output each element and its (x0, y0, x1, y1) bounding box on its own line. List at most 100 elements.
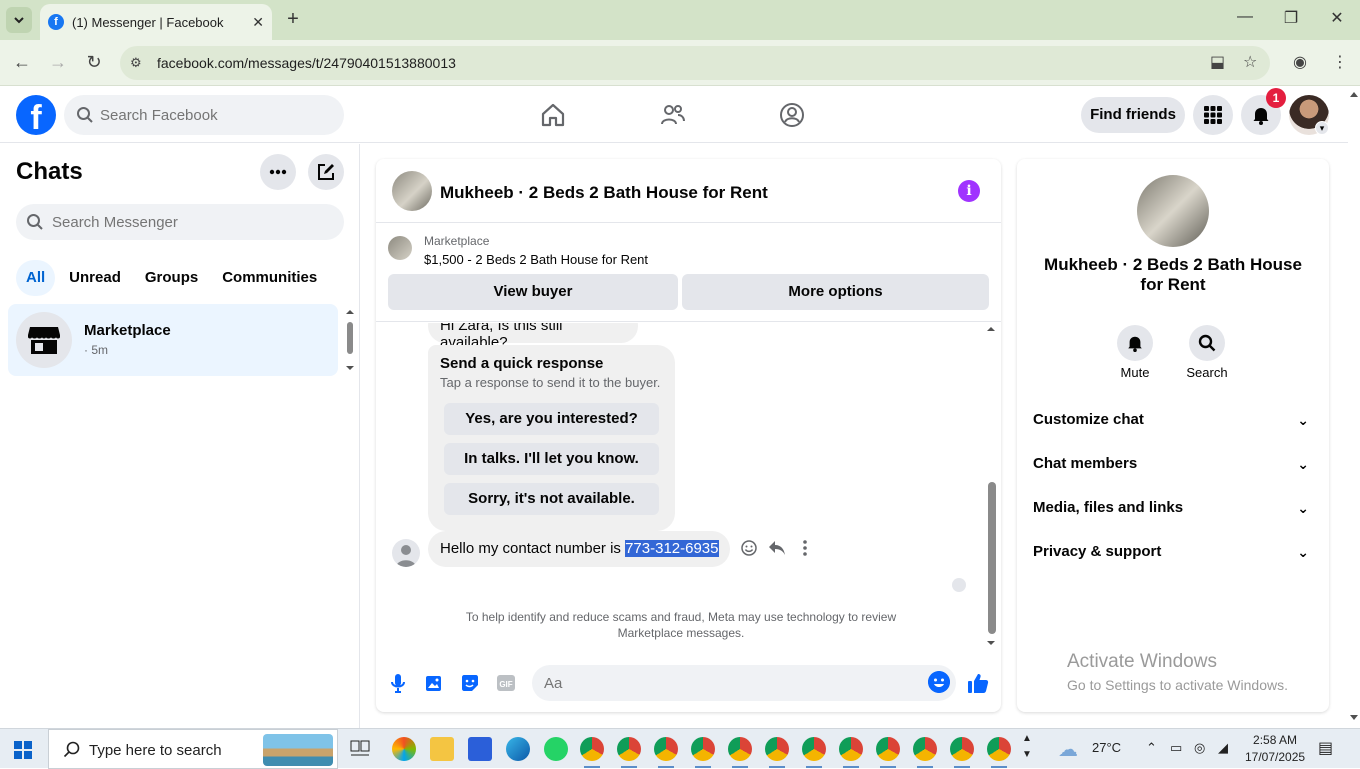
edge-browser-icon[interactable] (506, 737, 530, 761)
page-scrollbar[interactable] (1348, 87, 1360, 728)
conversation-avatar[interactable] (392, 171, 432, 211)
weather-temperature[interactable]: 27°C (1092, 740, 1121, 755)
browser-menu-icon[interactable]: ⋮ (1332, 52, 1348, 72)
notification-badge: 1 (1266, 88, 1286, 108)
groups-icon[interactable] (778, 101, 806, 129)
facebook-search-input[interactable] (100, 95, 330, 135)
copilot-app-icon[interactable] (392, 737, 416, 761)
mute-action[interactable]: Mute (1105, 325, 1165, 380)
forward-button[interactable]: → (46, 52, 70, 73)
chats-panel: Chats All Unread Groups Communities Mark… (0, 144, 360, 728)
message-input-wrapper[interactable] (532, 665, 956, 701)
microphone-icon[interactable] (386, 671, 410, 695)
view-buyer-button[interactable]: View buyer (388, 274, 678, 310)
react-emoji-icon[interactable] (740, 539, 758, 557)
search-action[interactable]: Search (1177, 325, 1237, 380)
new-message-button[interactable] (308, 154, 344, 190)
info-icon[interactable]: i (958, 180, 980, 202)
wifi-icon[interactable]: ◢ (1218, 740, 1228, 756)
minimize-button[interactable]: — (1230, 8, 1260, 26)
svg-text:GIF: GIF (499, 680, 512, 689)
facebook-search[interactable] (64, 95, 344, 135)
camera-icon[interactable]: ◎ (1194, 740, 1205, 756)
section-media-files-links[interactable]: Media, files and links ⌄ (1033, 490, 1313, 526)
reload-button[interactable]: ↻ (82, 52, 106, 73)
chats-options-button[interactable] (260, 154, 296, 190)
close-window-button[interactable]: ✕ (1322, 8, 1352, 28)
home-icon[interactable] (539, 101, 567, 129)
chrome-profile-5-icon[interactable] (728, 737, 752, 761)
details-avatar[interactable] (1137, 175, 1209, 247)
back-button[interactable]: ← (10, 52, 34, 73)
whatsapp-icon[interactable] (544, 737, 568, 761)
reply-icon[interactable] (768, 539, 786, 557)
gif-icon[interactable]: GIF (494, 671, 518, 695)
bookmark-star-icon[interactable]: ☆ (1243, 52, 1257, 72)
chat-item-marketplace[interactable]: Marketplace · 5m (8, 304, 338, 376)
taskbar-search[interactable]: Type here to search (48, 729, 338, 769)
messenger-search-input[interactable] (52, 204, 332, 240)
chrome-profile-11-icon[interactable] (950, 737, 974, 761)
filter-communities[interactable]: Communities (212, 260, 327, 296)
emoji-icon[interactable] (928, 671, 950, 693)
battery-icon[interactable]: ▭ (1170, 740, 1182, 756)
sticker-icon[interactable] (458, 671, 482, 695)
filter-unread[interactable]: Unread (59, 260, 131, 296)
listing-thumbnail[interactable] (388, 236, 412, 260)
quick-response-yes[interactable]: Yes, are you interested? (444, 403, 659, 435)
profile-icon[interactable]: ◉ (1293, 52, 1307, 72)
notification-center-icon[interactable]: ▤ (1318, 738, 1333, 758)
weather-cloud-icon[interactable]: ☁ (1058, 737, 1078, 762)
tab-search-button[interactable] (6, 7, 32, 33)
chrome-profile-1-icon[interactable] (580, 737, 604, 761)
chrome-profile-2-icon[interactable] (617, 737, 641, 761)
chrome-profile-12-icon[interactable] (987, 737, 1011, 761)
tab-close-icon[interactable]: ✕ (252, 14, 264, 31)
section-privacy-support[interactable]: Privacy & support ⌄ (1033, 534, 1313, 570)
contact-number-selected[interactable]: 773-312-6935 (625, 540, 719, 557)
chrome-profile-7-icon[interactable] (802, 737, 826, 761)
like-thumb-icon[interactable] (966, 671, 990, 695)
install-app-icon[interactable]: ⬓ (1210, 52, 1225, 72)
chat-list-scrollbar[interactable] (344, 308, 356, 372)
new-tab-button[interactable]: + (282, 8, 304, 32)
chrome-profile-3-icon[interactable] (654, 737, 678, 761)
windows-start-icon[interactable] (14, 741, 32, 759)
taskbar-scroll-arrows[interactable]: ▲ ▼ (1022, 731, 1032, 763)
facebook-logo-icon[interactable]: f (16, 95, 56, 135)
message-input[interactable] (544, 665, 914, 701)
quick-response-in-talks[interactable]: In talks. I'll let you know. (444, 443, 659, 475)
maximize-button[interactable]: ❐ (1276, 8, 1306, 28)
quick-response-not-available[interactable]: Sorry, it's not available. (444, 483, 659, 515)
find-friends-button[interactable]: Find friends (1081, 97, 1185, 133)
menu-button[interactable] (1193, 95, 1233, 135)
account-chevron-icon[interactable]: ▾ (1315, 121, 1329, 135)
chrome-profile-9-icon[interactable] (876, 737, 900, 761)
filter-groups[interactable]: Groups (135, 260, 208, 296)
section-customize-chat[interactable]: Customize chat ⌄ (1033, 402, 1313, 438)
chrome-profile-6-icon[interactable] (765, 737, 789, 761)
friends-icon[interactable] (659, 101, 687, 129)
chrome-profile-4-icon[interactable] (691, 737, 715, 761)
omnibox[interactable]: ⚙ facebook.com/messages/t/24790401513880… (120, 46, 1270, 80)
messenger-search[interactable] (16, 204, 344, 240)
thread-scrollbar-thumb[interactable] (988, 482, 996, 634)
chevron-down-icon: ⌄ (1297, 412, 1309, 428)
task-view-icon[interactable] (350, 740, 370, 758)
system-clock[interactable]: 2:58 AM 17/07/2025 (1245, 732, 1305, 766)
more-vertical-icon[interactable] (796, 539, 814, 557)
attach-photo-icon[interactable] (422, 671, 446, 695)
conversation-title[interactable]: Mukheeb · 2 Beds 2 Bath House for Rent (440, 183, 768, 203)
chrome-profile-8-icon[interactable] (839, 737, 863, 761)
listing-title[interactable]: $1,500 - 2 Beds 2 Bath House for Rent (424, 252, 648, 267)
filter-all[interactable]: All (16, 260, 56, 296)
site-info-icon[interactable]: ⚙ (130, 55, 146, 71)
chrome-profile-10-icon[interactable] (913, 737, 937, 761)
microsoft-store-icon[interactable] (468, 737, 492, 761)
browser-tab[interactable]: f (1) Messenger | Facebook ✕ (40, 4, 272, 40)
file-explorer-icon[interactable] (430, 737, 454, 761)
more-options-button[interactable]: More options (682, 274, 989, 310)
show-hidden-icons[interactable]: ⌃ (1146, 740, 1157, 756)
conversation-panel: Mukheeb · 2 Beds 2 Bath House for Rent i… (376, 159, 1001, 712)
section-chat-members[interactable]: Chat members ⌄ (1033, 446, 1313, 482)
